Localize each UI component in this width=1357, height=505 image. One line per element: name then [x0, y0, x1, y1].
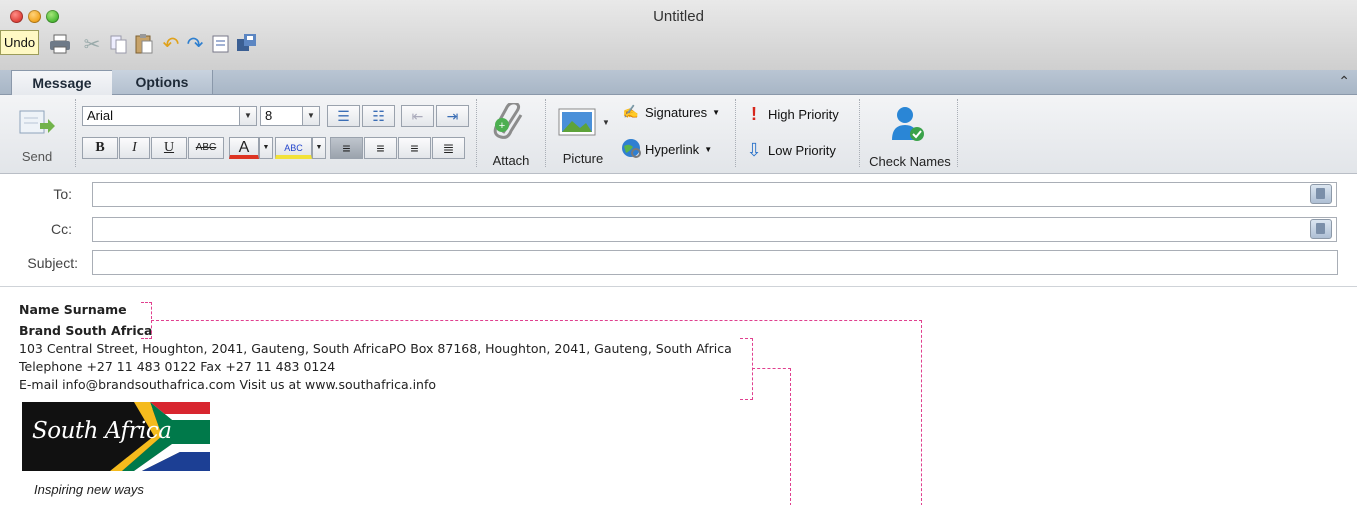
numbering-button[interactable]: ☷	[362, 105, 395, 127]
exclamation-icon: !	[751, 104, 757, 124]
send-label: Send	[21, 149, 53, 164]
print-icon[interactable]	[49, 33, 71, 55]
to-label: To:	[53, 186, 72, 202]
tab-options[interactable]: Options	[112, 70, 213, 94]
align-right-icon: ≡	[410, 140, 419, 156]
ribbon: Send Arial ▼ 8 ▼ ☰ ☷ ⇤ ⇥ B I U ABC A ▼ A…	[0, 95, 1357, 174]
increase-indent-button[interactable]: ⇥	[436, 105, 469, 127]
hyperlink-button[interactable]: Hyperlink ▼	[621, 138, 712, 161]
justify-icon: ≣	[442, 140, 455, 156]
svg-text:+: +	[499, 120, 505, 132]
bullets-button[interactable]: ☰	[327, 105, 360, 127]
font-size-select[interactable]: 8 ▼	[260, 106, 320, 126]
underline-button[interactable]: U	[151, 137, 187, 159]
cc-address-book-button[interactable]	[1305, 217, 1335, 242]
undo-tooltip: Undo	[0, 30, 40, 55]
strikethrough-button[interactable]: ABC	[188, 137, 224, 159]
outdent-icon: ⇤	[411, 108, 424, 124]
bold-button[interactable]: B	[82, 137, 118, 159]
attach-label: Attach	[492, 153, 530, 168]
chevron-down-icon: ▼	[239, 107, 256, 125]
font-size-value: 8	[265, 108, 273, 123]
picture-label: Picture	[562, 151, 604, 166]
align-center-button[interactable]: ≡	[364, 137, 397, 159]
paperclip-icon: +	[493, 103, 523, 139]
font-color-button[interactable]: A	[229, 137, 259, 159]
cc-label: Cc:	[51, 221, 72, 237]
decrease-indent-button[interactable]: ⇤	[401, 105, 434, 127]
chevron-down-icon: ▼	[712, 107, 721, 117]
save-icon[interactable]	[236, 33, 258, 55]
address-book-icon	[1310, 219, 1332, 239]
cc-field[interactable]	[92, 217, 1337, 242]
annotation-bracket	[141, 302, 152, 319]
ribbon-tab-bar: Message Options ⌃	[0, 70, 1357, 95]
font-name-value: Arial	[87, 108, 114, 123]
compose-window: Untitled ✂ ↶ ↷ Undo Message Options ⌃ Se…	[0, 0, 1357, 505]
tab-message[interactable]: Message	[11, 70, 113, 95]
align-center-icon: ≡	[376, 140, 385, 156]
high-priority-label: High Priority	[768, 107, 839, 122]
attach-button[interactable]: + Attach	[484, 101, 538, 168]
header-divider	[0, 286, 1357, 287]
check-names-icon	[892, 107, 924, 141]
svg-text:▼: ▼	[602, 118, 608, 127]
ribbon-separator	[735, 99, 736, 167]
picture-button[interactable]: ▼ Picture	[556, 101, 610, 167]
arrow-down-icon: ⇩	[746, 140, 762, 160]
ribbon-separator	[859, 99, 860, 167]
check-names-button[interactable]: Check Names	[865, 101, 955, 169]
window-title: Untitled	[653, 8, 704, 25]
align-right-button[interactable]: ≡	[398, 137, 431, 159]
font-name-select[interactable]: Arial ▼	[82, 106, 257, 126]
align-left-button[interactable]: ≡	[330, 137, 363, 159]
highlight-button[interactable]: ABC	[275, 137, 312, 159]
send-icon	[19, 110, 55, 134]
globe-link-icon	[621, 138, 641, 161]
signatures-button[interactable]: ✍ Signatures ▼	[621, 104, 720, 120]
signature-pen-icon: ✍	[622, 104, 640, 119]
title-bar: Untitled ✂ ↶ ↷ Undo	[0, 0, 1357, 71]
indent-icon: ⇥	[446, 108, 459, 124]
highlight-dropdown[interactable]: ▼	[312, 137, 326, 159]
chevron-down-icon: ▼	[704, 145, 713, 154]
subject-field[interactable]	[92, 250, 1338, 275]
align-left-icon: ≡	[342, 140, 351, 156]
check-names-label: Check Names	[869, 154, 951, 169]
redo-icon[interactable]: ↷	[184, 33, 206, 56]
justify-button[interactable]: ≣	[432, 137, 465, 159]
italic-button[interactable]: I	[119, 137, 150, 159]
copy-icon[interactable]	[108, 33, 130, 55]
ribbon-separator	[545, 99, 546, 167]
paste-icon[interactable]	[133, 33, 155, 55]
picture-icon: ▼	[558, 108, 608, 136]
format-painter-icon[interactable]	[210, 33, 232, 55]
bullets-icon: ☰	[337, 108, 350, 124]
to-field[interactable]	[92, 182, 1337, 207]
annotation-line	[752, 368, 791, 505]
cut-icon[interactable]: ✂	[81, 33, 103, 56]
undo-icon[interactable]: ↶	[160, 33, 182, 56]
chevron-down-icon: ▼	[302, 107, 319, 125]
low-priority-label: Low Priority	[768, 143, 836, 158]
to-address-book-button[interactable]	[1305, 182, 1335, 207]
annotation-line	[151, 320, 922, 505]
numbering-icon: ☷	[372, 108, 385, 124]
collapse-ribbon-icon[interactable]: ⌃	[1338, 73, 1350, 90]
low-priority-button[interactable]: ⇩ Low Priority	[744, 140, 836, 161]
high-priority-button[interactable]: ! High Priority	[744, 104, 839, 125]
send-button[interactable]: Send	[12, 101, 62, 167]
ribbon-separator	[75, 99, 76, 167]
ribbon-separator	[476, 99, 477, 167]
signatures-label: Signatures	[645, 104, 708, 120]
signature-org: Brand South Africa	[19, 323, 153, 338]
address-book-icon	[1310, 184, 1332, 204]
font-color-dropdown[interactable]: ▼	[259, 137, 273, 159]
signature-name: Name Surname	[19, 302, 127, 317]
hyperlink-label: Hyperlink	[645, 142, 700, 157]
ribbon-separator	[957, 99, 958, 167]
logo-tagline: Inspiring new ways	[34, 482, 144, 497]
subject-label: Subject:	[27, 255, 78, 271]
